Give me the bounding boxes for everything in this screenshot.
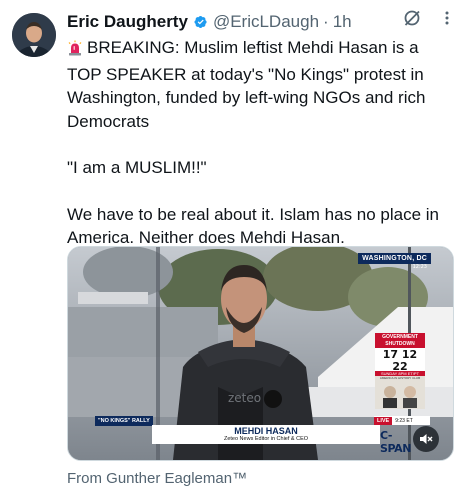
header-actions	[402, 8, 450, 33]
speaker-muted-icon[interactable]	[413, 426, 439, 452]
avatar[interactable]	[12, 13, 56, 57]
siren-icon	[67, 39, 83, 63]
tweet-paragraph-3: We have to be real about it. Islam has n…	[67, 204, 440, 248]
tweet-paragraph-1: BREAKING: Muslim leftist Mehdi Hasan is …	[67, 38, 426, 131]
header-separator: ·	[323, 12, 329, 31]
shutdown-title-2: SHUTDOWN	[375, 341, 425, 348]
shutdown-clock: 17 12 22	[375, 348, 425, 373]
media-source-label[interactable]: From Gunther Eagleman™	[67, 470, 247, 487]
name-plate: MEHDI HASAN Zeteo News Editor in Chief &…	[152, 425, 380, 444]
live-time: 9:23 ET	[395, 417, 413, 424]
promo-portraits	[383, 386, 417, 408]
lower-third: "NO KINGS" RALLY MEHDI HASAN Zeteo News …	[92, 416, 430, 455]
location-time: 12:23	[412, 264, 427, 270]
svg-text:zeteo: zeteo	[228, 391, 261, 405]
speaker-title: Zeteo News Editor in Chief & CEO	[223, 436, 309, 442]
author-handle[interactable]: @EricLDaugh	[213, 12, 319, 32]
network-logo: C-SPAN	[380, 429, 412, 455]
tweet-timestamp[interactable]: 1h	[333, 12, 352, 32]
shutdown-title-1: GOVERNMENT	[375, 333, 425, 341]
live-tag: LIVE	[374, 416, 393, 425]
tweet-paragraph-2: "I am a MUSLIM!!"	[67, 158, 207, 177]
verified-badge-icon	[193, 14, 209, 30]
tweet-paragraph: BREAKING: Muslim leftist Mehdi Hasan is …	[67, 36, 455, 133]
live-bar: LIVE 9:23 ET	[374, 416, 430, 425]
tweet-body: BREAKING: Muslim leftist Mehdi Hasan is …	[67, 36, 455, 250]
promo-box: SUNDAY 8PM ET/PT AMERICA IN HISTORY CLUB	[375, 371, 425, 409]
grok-icon[interactable]	[402, 8, 422, 33]
more-options-icon[interactable]	[444, 10, 450, 31]
author-name[interactable]: Eric Daugherty	[67, 12, 188, 32]
avatar-image	[12, 13, 56, 57]
speaker-name: MEHDI HASAN	[234, 426, 298, 436]
location-bug: WASHINGTON, DC	[358, 253, 431, 264]
rally-tag: "NO KINGS" RALLY	[95, 416, 153, 426]
tweet-header: Eric Daugherty @EricLDaugh · 1h	[67, 11, 454, 33]
video-player[interactable]: zeteo WASHINGTON, DC 12:23 GOVERNMENT SH…	[67, 246, 454, 461]
